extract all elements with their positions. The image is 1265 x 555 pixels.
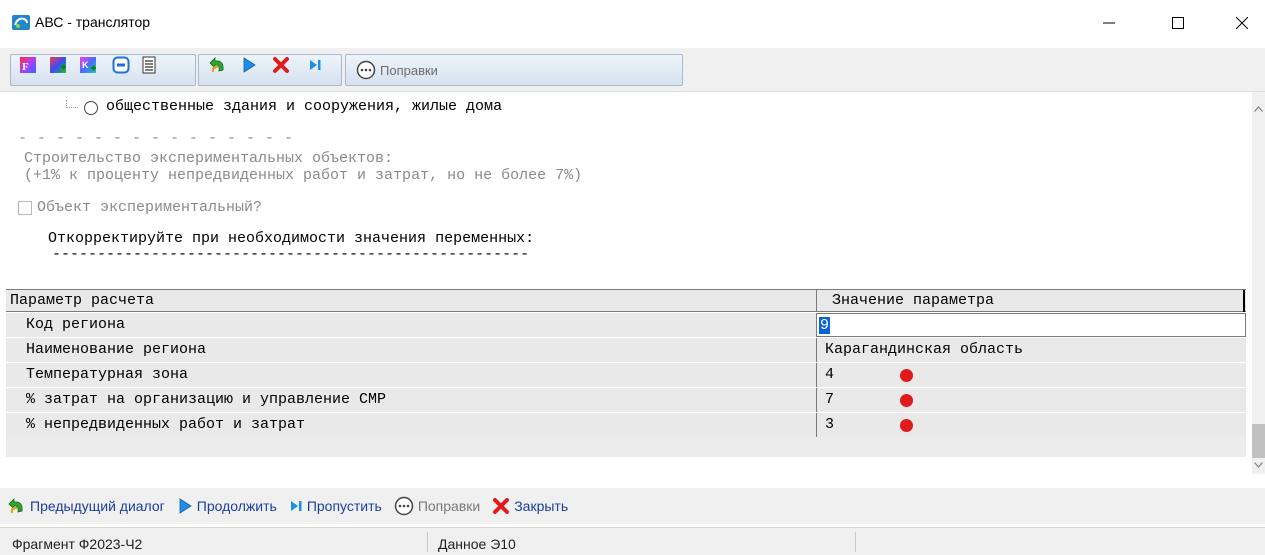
previous-dialog-tb-button[interactable] — [207, 54, 229, 76]
value-cell[interactable]: 4 — [816, 363, 1246, 387]
header-value[interactable]: Значение параметра — [832, 292, 994, 309]
close-button[interactable]: Закрыть — [492, 497, 568, 515]
experimental-note: (+1% к проценту непредвиденных работ и з… — [24, 167, 583, 184]
parameters-grid: Параметр расчета Значение параметра Код … — [6, 289, 1246, 457]
popravki-icon — [394, 496, 414, 516]
table-row[interactable]: Наименование региона Карагандинская обла… — [6, 338, 1246, 363]
param-value: 3 — [825, 416, 835, 433]
content-area: общественные здания и сооружения, жилые … — [0, 92, 1252, 465]
correct-prompt: Откорректируйте при необходимости значен… — [48, 230, 535, 247]
skip-tb-button[interactable] — [304, 54, 326, 76]
scroll-up-icon[interactable] — [1254, 106, 1263, 112]
value-cell[interactable]: Карагандинская область — [816, 338, 1246, 362]
status-separator — [855, 532, 856, 552]
maximize-button[interactable] — [1155, 0, 1201, 46]
popravki-tb-button[interactable]: Поправки — [356, 59, 438, 81]
skip-label: Пропустить — [306, 498, 382, 514]
grid-footer — [6, 437, 1246, 457]
document-icon — [142, 56, 156, 74]
param-value: 7 — [825, 391, 835, 408]
status-separator — [427, 532, 428, 552]
continue-label: Продолжить — [196, 498, 277, 514]
formula-button[interactable]: F — [17, 54, 39, 76]
close-window-button[interactable] — [1219, 0, 1265, 46]
skip-icon — [290, 501, 302, 511]
tree-connector — [66, 100, 78, 108]
vertical-scrollbar[interactable] — [1252, 92, 1265, 474]
scrollbar-thumb[interactable] — [1252, 424, 1265, 458]
minimize-icon — [1103, 22, 1115, 24]
svg-text:K: K — [82, 60, 89, 70]
value-editor[interactable]: 9 — [816, 313, 1246, 337]
param-name: Температурная зона — [26, 366, 189, 383]
previous-icon — [209, 57, 224, 73]
add-k-button[interactable]: K — [77, 54, 99, 76]
previous-dialog-label: Предыдущий диалог — [30, 498, 165, 514]
param-name: % затрат на организацию и управление СМР — [26, 391, 387, 408]
svg-text:F: F — [22, 61, 29, 73]
previous-icon — [8, 498, 23, 514]
close-icon — [1236, 17, 1248, 29]
prompt-underline: ----------------------------------------… — [52, 246, 530, 263]
close-tb-button[interactable] — [270, 54, 292, 76]
radio-option-label: общественные здания и сооружения, жилые … — [106, 98, 503, 115]
skip-icon — [310, 60, 321, 70]
popravki-button[interactable]: Поправки — [394, 496, 480, 516]
status-bar: Фрагмент Ф2023-Ч2 Данное Э10 — [0, 527, 1265, 555]
status-data: Данное Э10 — [438, 536, 516, 552]
scroll-down-icon[interactable] — [1254, 462, 1263, 468]
window-title: АВС - транслятор — [35, 14, 151, 30]
app-icon — [12, 15, 30, 30]
continue-button[interactable]: Продолжить — [177, 497, 277, 515]
document-button[interactable] — [138, 54, 160, 76]
dashes-separator: - - - - - - - - - - - - - - - — [18, 130, 294, 147]
experimental-heading: Строительство экспериментальных объектов… — [24, 150, 394, 167]
add-resource-button[interactable] — [47, 54, 69, 76]
play-icon — [179, 498, 192, 514]
formula-icon: F — [20, 57, 36, 73]
header-param[interactable]: Параметр расчета — [10, 292, 154, 309]
table-row[interactable]: Код региона 9 — [6, 313, 1246, 338]
value-cell[interactable]: 7 — [816, 388, 1246, 412]
param-name: % непредвиденных работ и затрат — [26, 416, 306, 433]
param-name: Код региона — [26, 316, 126, 333]
close-x-icon — [273, 57, 289, 73]
header-right-edge — [1243, 290, 1245, 312]
param-value: Карагандинская область — [825, 341, 1024, 358]
continue-tb-button[interactable] — [238, 54, 260, 76]
close-label: Закрыть — [514, 498, 569, 514]
popravki-icon — [356, 60, 376, 80]
required-dot-icon — [900, 369, 913, 382]
building-type-radio[interactable] — [84, 101, 98, 115]
skip-button[interactable]: Пропустить — [289, 498, 382, 514]
experimental-checkbox[interactable] — [18, 201, 32, 215]
experimental-checkbox-label: Объект экспериментальный? — [37, 199, 263, 216]
grid-header: Параметр расчета Значение параметра — [6, 290, 1246, 312]
title-bar: АВС - транслятор — [0, 0, 1265, 46]
param-value: 4 — [825, 366, 835, 383]
required-dot-icon — [900, 394, 913, 407]
popravki-label: Поправки — [417, 498, 481, 514]
add-k-icon: K — [80, 57, 96, 73]
add-resource-icon — [50, 57, 66, 73]
popravki-tb-label: Поправки — [380, 62, 438, 78]
action-bar: Предыдущий диалог Продолжить Пропустить … — [0, 488, 1265, 524]
param-name: Наименование региона — [26, 341, 207, 358]
maximize-icon — [1172, 17, 1184, 29]
required-dot-icon — [900, 419, 913, 432]
table-row[interactable]: % непредвиденных работ и затрат 3 — [6, 413, 1246, 438]
minus-button[interactable] — [110, 54, 132, 76]
close-x-icon — [493, 498, 510, 514]
table-row[interactable]: % затрат на организацию и управление СМР… — [6, 388, 1246, 413]
minus-icon — [112, 56, 130, 74]
header-separator — [816, 290, 817, 312]
minimize-button[interactable] — [1086, 0, 1132, 46]
table-row[interactable]: Температурная зона 4 — [6, 363, 1246, 388]
edit-value[interactable]: 9 — [819, 317, 831, 334]
value-cell[interactable]: 3 — [816, 413, 1246, 437]
previous-dialog-button[interactable]: Предыдущий диалог — [8, 497, 165, 515]
status-fragment: Фрагмент Ф2023-Ч2 — [12, 536, 143, 552]
toolbar: F K — [0, 48, 1265, 92]
play-icon — [243, 57, 256, 73]
